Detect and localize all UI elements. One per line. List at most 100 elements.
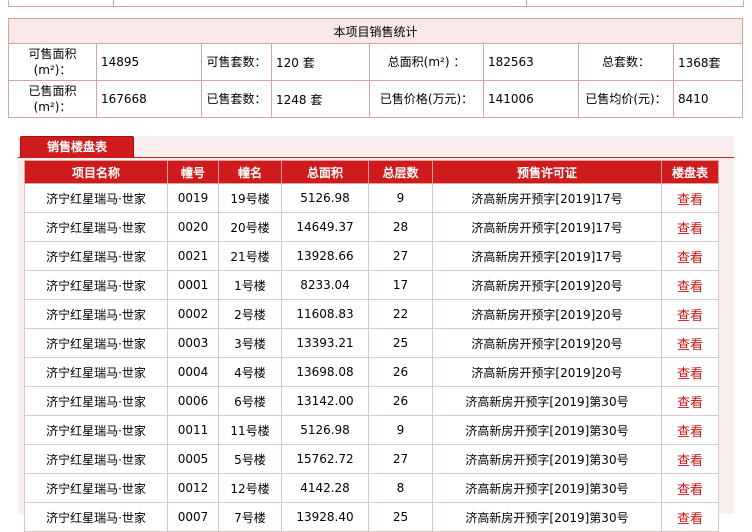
presale-permit-cell: 济高新房开预字[2019]20号 [432, 299, 662, 329]
view-link[interactable]: 查看 [661, 328, 719, 358]
sales-building-table: 项目名称 幢号 幢名 总面积 总层数 预售许可证 楼盘表 济宁红星瑞马·世家 00… [24, 160, 719, 532]
total-floors-cell: 22 [368, 299, 433, 329]
available-units-label: 可售套数： [201, 43, 272, 81]
project-name-cell: 济宁红星瑞马·世家 [24, 270, 168, 300]
building-name-cell: 2号楼 [218, 299, 282, 329]
total-floors-cell: 26 [368, 386, 433, 416]
sold-area-label: 已售面积(m²)： [8, 80, 97, 118]
sold-area-value: 167668 [96, 80, 202, 118]
total-area-cell: 13698.08 [281, 357, 369, 387]
column-divider [526, 0, 527, 6]
view-link[interactable]: 查看 [661, 444, 719, 474]
tab-sales-buildings[interactable]: 销售楼盘表 [20, 136, 134, 158]
total-area-cell: 5126.98 [281, 415, 369, 445]
presale-permit-cell: 济高新房开预字[2019]20号 [432, 270, 662, 300]
building-no-cell: 0021 [167, 241, 219, 271]
total-area-value: 182563 [483, 43, 579, 81]
view-link[interactable]: 查看 [661, 212, 719, 242]
building-no-cell: 0007 [167, 502, 219, 532]
building-name-cell: 3号楼 [218, 328, 282, 358]
building-name-cell: 20号楼 [218, 212, 282, 242]
sold-price-label: 已售价格(万元)： [369, 80, 484, 118]
total-floors-cell: 25 [368, 502, 433, 532]
total-area-cell: 14649.37 [281, 212, 369, 242]
table-row: 济宁红星瑞马·世家 0021 21号楼 13928.66 27 济高新房开预字[2019]… [24, 241, 719, 271]
project-name-cell: 济宁红星瑞马·世家 [24, 328, 168, 358]
header-building-name: 幢名 [218, 160, 282, 184]
presale-permit-cell: 济高新房开预字[2019]20号 [432, 328, 662, 358]
statistics-title: 本项目销售统计 [7, 18, 744, 44]
sold-units-value: 1248 套 [271, 80, 370, 118]
table-row: 济宁红星瑞马·世家 0004 4号楼 13698.08 26 济高新房开预字[2019]2… [24, 357, 719, 387]
view-link[interactable]: 查看 [661, 415, 719, 445]
building-no-cell: 0003 [167, 328, 219, 358]
statistics-row-available: 可售面积(m²)： 14895 可售套数： 120 套 总面积(m²) ： 18… [8, 43, 744, 81]
table-row: 济宁红星瑞马·世家 0005 5号楼 15762.72 27 济高新房开预字[2019]第… [24, 444, 719, 474]
view-link[interactable]: 查看 [661, 270, 719, 300]
building-no-cell: 0004 [167, 357, 219, 387]
header-total-area: 总面积 [281, 160, 369, 184]
table-row: 济宁红星瑞马·世家 0002 2号楼 11608.83 22 济高新房开预字[2019]2… [24, 299, 719, 329]
building-name-cell: 21号楼 [218, 241, 282, 271]
building-no-cell: 0001 [167, 270, 219, 300]
view-link[interactable]: 查看 [661, 241, 719, 271]
sold-units-label: 已售套数： [201, 80, 272, 118]
building-no-cell: 0006 [167, 386, 219, 416]
total-area-cell: 4142.28 [281, 473, 369, 503]
presale-permit-cell: 济高新房开预字[2019]第30号 [432, 502, 662, 532]
header-presale-permit: 预售许可证 [432, 160, 662, 184]
building-name-cell: 7号楼 [218, 502, 282, 532]
presale-permit-cell: 济高新房开预字[2019]17号 [432, 212, 662, 242]
view-link[interactable]: 查看 [661, 299, 719, 329]
statistics-row-sold: 已售面积(m²)： 167668 已售套数： 1248 套 已售价格(万元)： … [8, 80, 744, 118]
view-link[interactable]: 查看 [661, 357, 719, 387]
building-no-cell: 0011 [167, 415, 219, 445]
building-no-cell: 0020 [167, 212, 219, 242]
sold-avg-price-value: 8410 [672, 80, 744, 118]
view-link[interactable]: 查看 [661, 183, 719, 213]
total-floors-cell: 8 [368, 473, 433, 503]
project-name-cell: 济宁红星瑞马·世家 [24, 473, 168, 503]
header-building-sheet: 楼盘表 [661, 160, 719, 184]
available-area-label: 可售面积(m²)： [8, 43, 97, 81]
total-area-cell: 13928.40 [281, 502, 369, 532]
building-no-cell: 0019 [167, 183, 219, 213]
total-area-cell: 11608.83 [281, 299, 369, 329]
sold-price-value: 141006 [483, 80, 579, 118]
view-link[interactable]: 查看 [661, 386, 719, 416]
total-floors-cell: 26 [368, 357, 433, 387]
table-row: 济宁红星瑞马·世家 0020 20号楼 14649.37 28 济高新房开预字[2019]… [24, 212, 719, 242]
header-project-name: 项目名称 [24, 160, 168, 184]
sales-building-panel: 销售楼盘表 项目名称 幢号 幢名 总面积 总层数 预售许可证 楼盘表 济宁红星瑞… [18, 136, 734, 532]
building-name-cell: 6号楼 [218, 386, 282, 416]
tab-underline [18, 157, 734, 158]
project-name-cell: 济宁红星瑞马·世家 [24, 415, 168, 445]
total-area-cell: 13928.66 [281, 241, 369, 271]
total-area-cell: 5126.98 [281, 183, 369, 213]
table-row: 济宁红星瑞马·世家 0001 1号楼 8233.04 17 济高新房开预字[2019]20… [24, 270, 719, 300]
project-name-cell: 济宁红星瑞马·世家 [24, 299, 168, 329]
table-row: 济宁红星瑞马·世家 0019 19号楼 5126.98 9 济高新房开预字[2019]17… [24, 183, 719, 213]
building-name-cell: 4号楼 [218, 357, 282, 387]
total-units-value: 1368套 [672, 43, 744, 81]
view-link[interactable]: 查看 [661, 502, 719, 532]
presale-permit-cell: 济高新房开预字[2019]第30号 [432, 444, 662, 474]
view-link[interactable]: 查看 [661, 473, 719, 503]
presale-permit-cell: 济高新房开预字[2019]20号 [432, 357, 662, 387]
project-name-cell: 济宁红星瑞马·世家 [24, 357, 168, 387]
column-divider [113, 0, 114, 6]
table-row: 济宁红星瑞马·世家 0007 7号楼 13928.40 25 济高新房开预字[2019]第… [24, 502, 719, 532]
available-area-value: 14895 [96, 43, 202, 81]
project-name-cell: 济宁红星瑞马·世家 [24, 183, 168, 213]
project-name-cell: 济宁红星瑞马·世家 [24, 241, 168, 271]
total-area-cell: 13142.00 [281, 386, 369, 416]
building-name-cell: 19号楼 [218, 183, 282, 213]
project-name-cell: 济宁红星瑞马·世家 [24, 444, 168, 474]
building-no-cell: 0012 [167, 473, 219, 503]
sales-statistics-table: 本项目销售统计 可售面积(m²)： 14895 可售套数： 120 套 总面积(… [7, 18, 744, 118]
total-area-label: 总面积(m²) ： [369, 43, 484, 81]
table-row: 济宁红星瑞马·世家 0011 11号楼 5126.98 9 济高新房开预字[2019]第3… [24, 415, 719, 445]
total-floors-cell: 25 [368, 328, 433, 358]
project-name-cell: 济宁红星瑞马·世家 [24, 386, 168, 416]
total-floors-cell: 27 [368, 241, 433, 271]
